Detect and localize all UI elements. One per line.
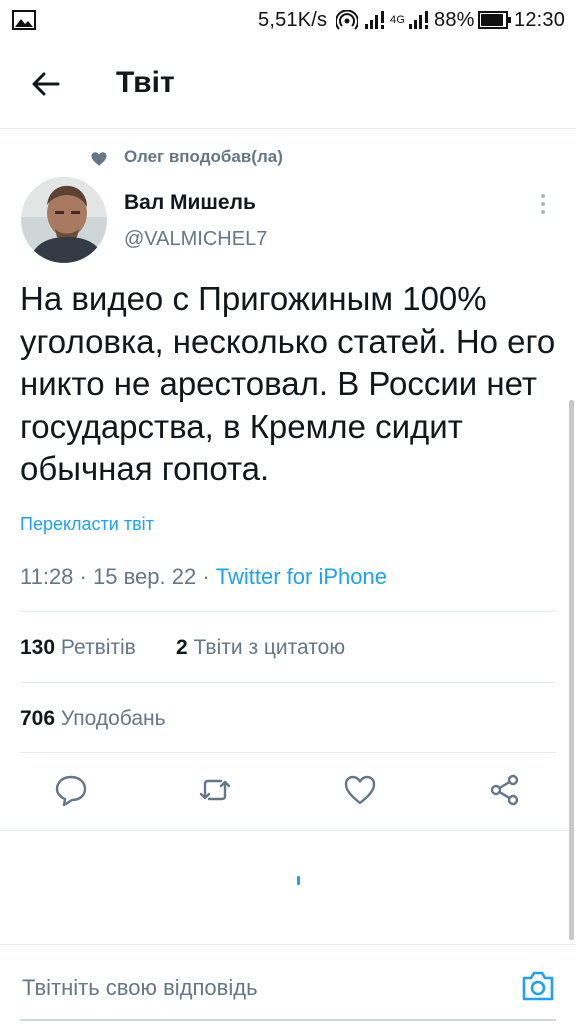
retweets-count: 130	[20, 636, 56, 659]
reply-input[interactable]: Твітніть свою відповідь	[22, 975, 258, 1001]
retweet-icon[interactable]	[197, 772, 233, 808]
retweets-label: Ретвітів	[60, 636, 136, 659]
translate-tweet-link[interactable]: Перекласти твіт	[20, 514, 154, 535]
gallery-icon	[12, 10, 36, 30]
quotes-count: 2	[176, 636, 188, 659]
page-title: Твіт	[116, 66, 175, 99]
tweet-time: 11:28	[20, 564, 74, 589]
battery-percent: 88%	[434, 9, 475, 31]
social-context: Олег вподобав(ла)	[124, 147, 283, 166]
hotspot-icon	[336, 10, 358, 30]
app-header: Твіт	[0, 40, 576, 129]
network-speed: 5,51K/s	[258, 9, 328, 31]
signal-icon	[365, 11, 384, 29]
tweet-meta: 11:28 · 15 вер. 22 · Twitter for iPhone	[20, 564, 387, 590]
like-icon[interactable]	[342, 772, 378, 808]
separator: ·	[79, 564, 87, 589]
tweet-date: 15 вер. 22	[93, 564, 197, 589]
share-icon[interactable]	[487, 772, 523, 808]
tweet-text: На видео с Пригожиным 100% уголовка, нес…	[20, 280, 556, 487]
separator: ·	[202, 564, 210, 589]
retweet-stats[interactable]: 130 Ретвітів	[20, 636, 136, 660]
more-vertical-icon[interactable]	[536, 192, 550, 216]
likes-label: Уподобань	[60, 707, 166, 730]
status-bar: 5,51K/s 4G 88% 12:30	[0, 0, 576, 40]
divider	[20, 752, 556, 753]
divider	[20, 611, 556, 612]
quotes-label: Твіти з цитатою	[193, 636, 346, 659]
heart-icon	[91, 152, 107, 166]
reply-underline	[20, 1019, 556, 1021]
clock: 12:30	[514, 9, 566, 31]
author-name[interactable]: Вал Мишель	[124, 191, 256, 215]
camera-icon[interactable]	[520, 969, 556, 1003]
like-stats[interactable]: 706 Уподобань	[20, 707, 166, 731]
reply-icon[interactable]	[53, 772, 89, 808]
likes-count: 706	[20, 707, 56, 730]
arrow-left-icon[interactable]	[30, 68, 62, 100]
signal-4g-icon	[409, 11, 428, 29]
avatar-image	[21, 177, 107, 263]
avatar[interactable]	[21, 177, 107, 263]
battery-icon	[478, 11, 511, 29]
author-handle[interactable]: @VALMICHEL7	[124, 228, 267, 251]
network-type: 4G	[390, 14, 406, 26]
divider	[0, 830, 576, 831]
reply-bar: Твітніть свою відповідь	[0, 944, 576, 1025]
tweet-source-link[interactable]: Twitter for iPhone	[216, 564, 387, 589]
divider	[20, 682, 556, 683]
scrollbar[interactable]	[569, 400, 574, 940]
loading-indicator	[297, 876, 300, 885]
quote-stats[interactable]: 2 Твіти з цитатою	[176, 636, 345, 660]
